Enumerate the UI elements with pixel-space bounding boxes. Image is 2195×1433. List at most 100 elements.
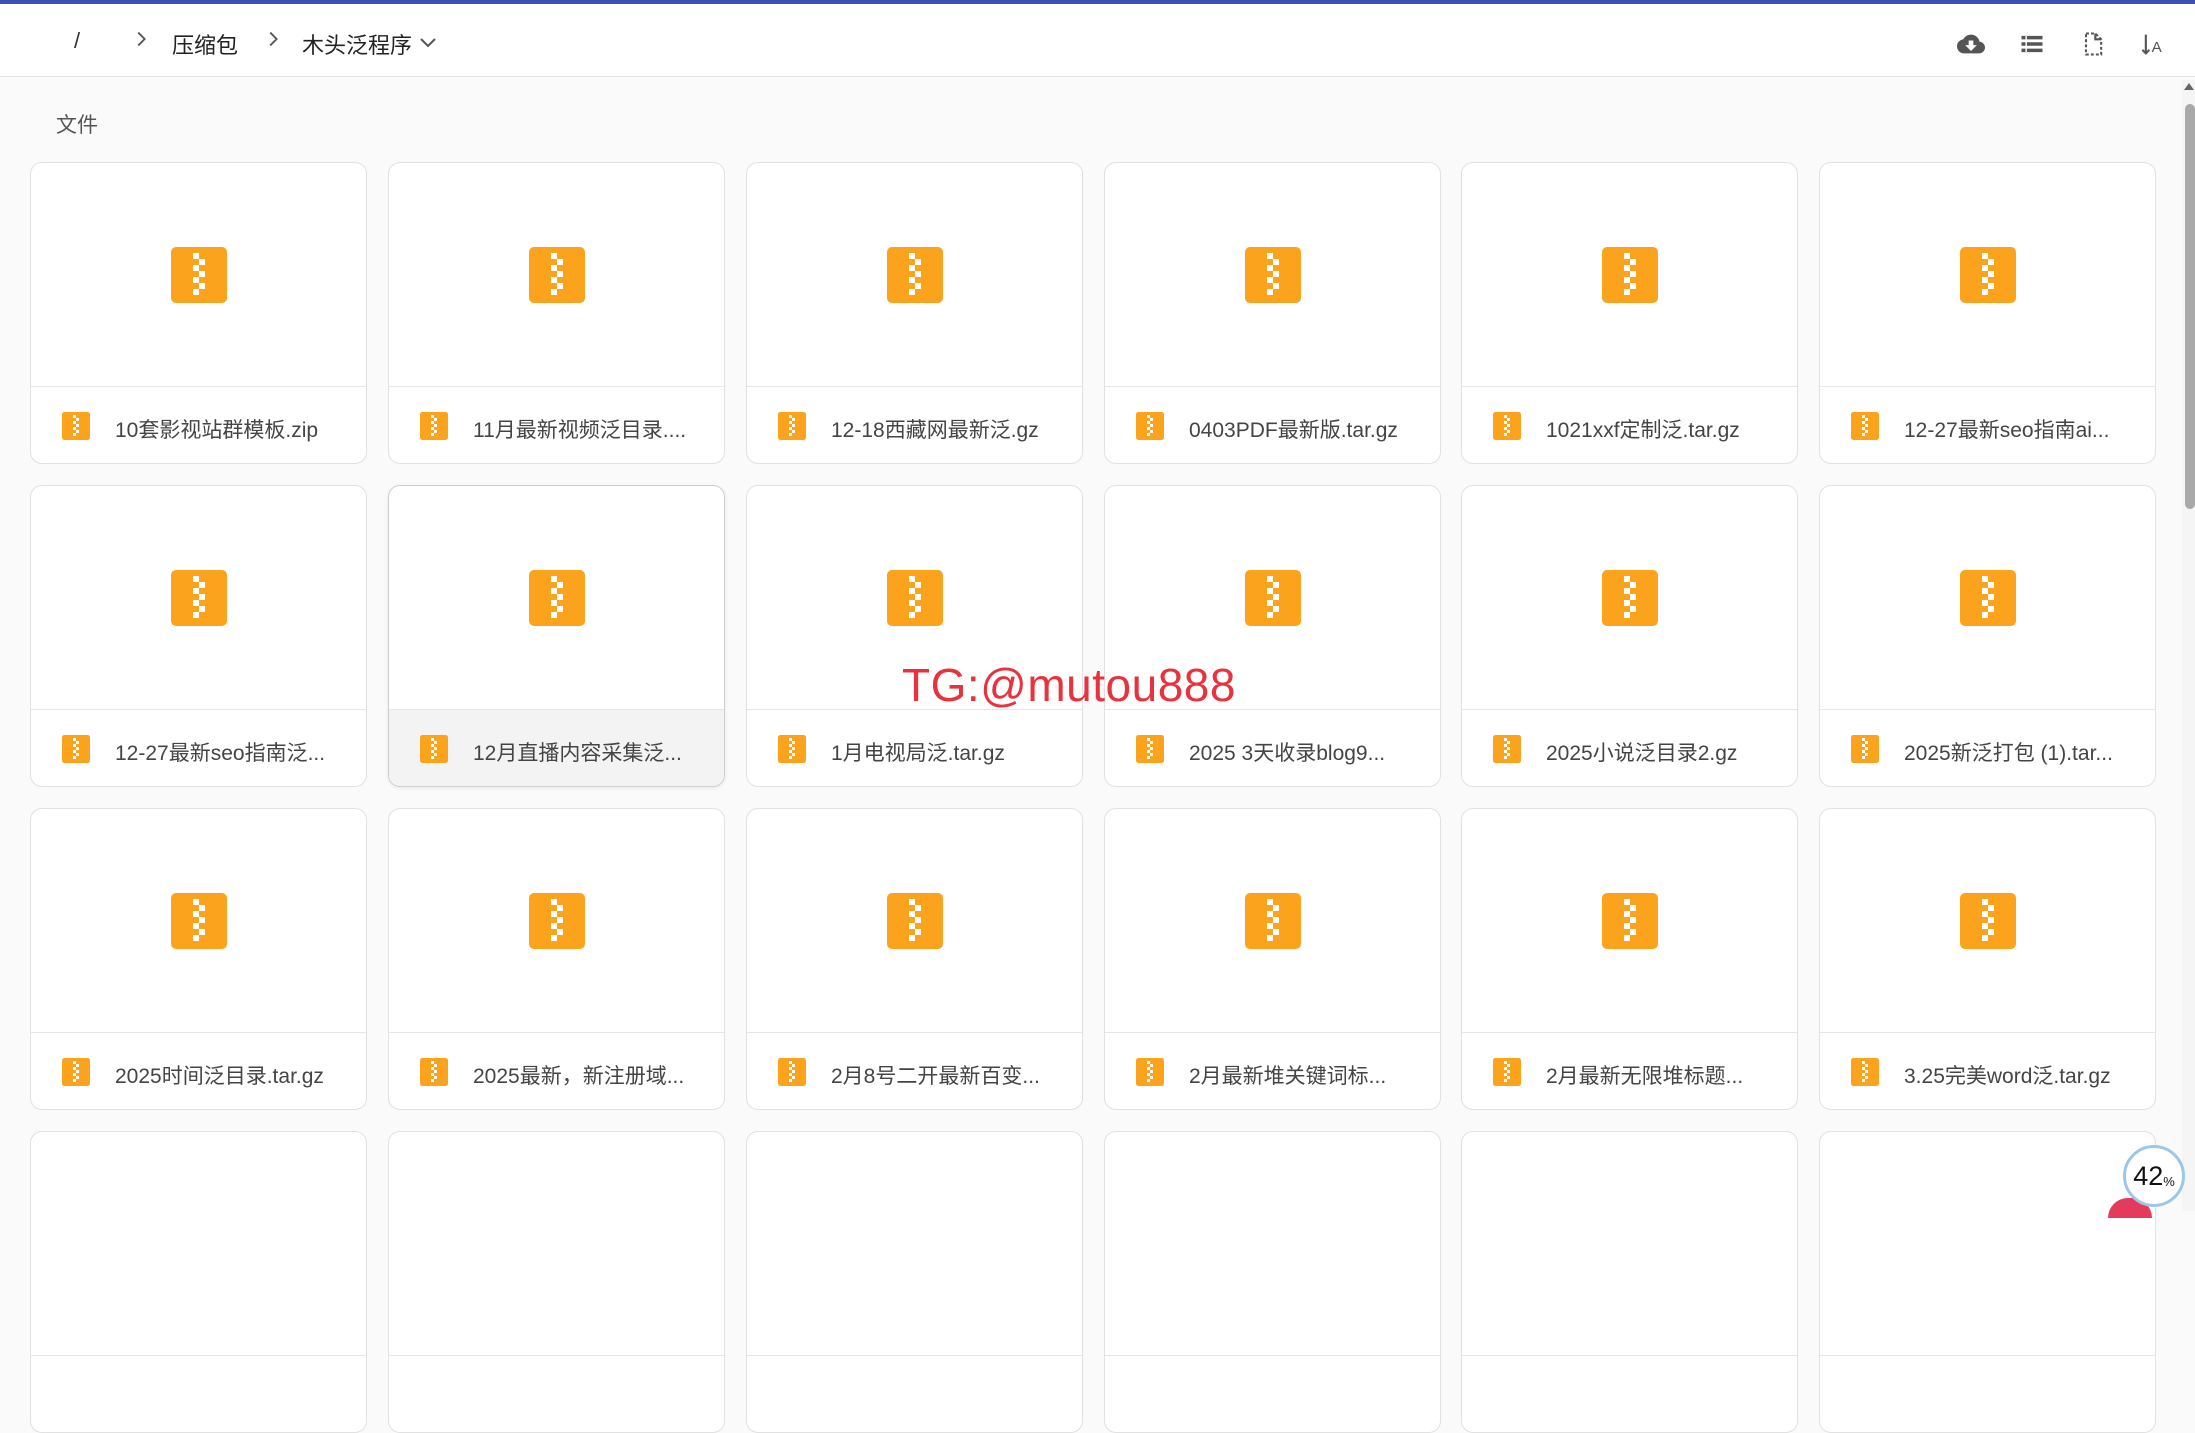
- file-thumbnail: [31, 163, 366, 387]
- breadcrumb-item-archives[interactable]: 压缩包: [166, 24, 244, 64]
- select-file-icon[interactable]: [2077, 28, 2109, 60]
- file-card[interactable]: [1461, 1131, 1798, 1433]
- file-thumbnail: [31, 486, 366, 710]
- zip-file-icon: [1244, 569, 1301, 626]
- breadcrumb-root[interactable]: /: [68, 24, 86, 58]
- list-view-icon[interactable]: [2016, 28, 2048, 60]
- file-card[interactable]: 1月电视局泛.tar.gz: [746, 485, 1083, 787]
- svg-text:A: A: [2152, 39, 2163, 56]
- zip-file-icon: [1601, 246, 1658, 303]
- file-caption: 2025新泛打包 (1).tar...: [1820, 710, 2155, 786]
- zip-file-icon: [778, 735, 806, 763]
- file-caption: 0403PDF最新版.tar.gz: [1105, 387, 1440, 463]
- file-name: 12-18西藏网最新泛.gz: [831, 419, 1039, 442]
- file-thumbnail: [1462, 809, 1797, 1033]
- file-card[interactable]: 12月直播内容采集泛...: [388, 485, 725, 787]
- zip-file-icon: [778, 412, 806, 440]
- file-card[interactable]: 0403PDF最新版.tar.gz: [1104, 162, 1441, 464]
- file-card[interactable]: 2月8号二开最新百变...: [746, 808, 1083, 1110]
- file-name: 1021xxf定制泛.tar.gz: [1546, 419, 1740, 442]
- file-caption: 3.25完美word泛.tar.gz: [1820, 1033, 2155, 1109]
- file-card[interactable]: [1819, 1131, 2156, 1433]
- file-caption: 1021xxf定制泛.tar.gz: [1462, 387, 1797, 463]
- zip-file-icon: [170, 246, 227, 303]
- file-card[interactable]: 1021xxf定制泛.tar.gz: [1461, 162, 1798, 464]
- file-caption: 12-27最新seo指南ai...: [1820, 387, 2155, 463]
- file-card[interactable]: 2025时间泛目录.tar.gz: [30, 808, 367, 1110]
- file-name: 0403PDF最新版.tar.gz: [1189, 419, 1398, 442]
- file-name: 10套影视站群模板.zip: [115, 419, 319, 442]
- file-caption: 12月直播内容采集泛...: [389, 710, 724, 786]
- file-caption: 2025最新，新注册域...: [389, 1033, 724, 1109]
- sort-icon[interactable]: A: [2138, 28, 2170, 60]
- file-thumbnail: [1820, 809, 2155, 1033]
- zip-file-icon: [1601, 892, 1658, 949]
- file-thumbnail: [747, 163, 1082, 387]
- file-caption: 2月最新无限堆标题...: [1462, 1033, 1797, 1109]
- file-thumbnail: [1820, 486, 2155, 710]
- zip-file-icon: [1493, 412, 1521, 440]
- zip-file-icon: [528, 569, 585, 626]
- file-thumbnail: [1105, 163, 1440, 387]
- file-name: 12-27最新seo指南ai...: [1904, 419, 2110, 442]
- file-card[interactable]: 12-27最新seo指南ai...: [1819, 162, 2156, 464]
- file-card[interactable]: 2025小说泛目录2.gz: [1461, 485, 1798, 787]
- scroll-up-arrow-icon[interactable]: [2184, 83, 2194, 90]
- progress-value: 42: [2133, 1160, 2164, 1191]
- file-name: 2025时间泛目录.tar.gz: [115, 1065, 324, 1088]
- file-card[interactable]: 11月最新视频泛目录....: [388, 162, 725, 464]
- file-thumbnail: [1462, 486, 1797, 710]
- file-thumbnail: [31, 809, 366, 1033]
- zip-file-icon: [1601, 569, 1658, 626]
- file-card[interactable]: 12-18西藏网最新泛.gz: [746, 162, 1083, 464]
- zip-file-icon: [1959, 892, 2016, 949]
- zip-file-icon: [1493, 1058, 1521, 1086]
- file-caption: 11月最新视频泛目录....: [389, 387, 724, 463]
- file-name: 2025 3天收录blog9...: [1189, 742, 1386, 765]
- file-thumbnail: [747, 1132, 1082, 1356]
- zip-file-icon: [1136, 735, 1164, 763]
- file-card[interactable]: [388, 1131, 725, 1433]
- file-card[interactable]: 2025新泛打包 (1).tar...: [1819, 485, 2156, 787]
- breadcrumb-item-current[interactable]: 木头泛程序: [296, 24, 418, 64]
- file-caption: 2月最新堆关键词标...: [1105, 1033, 1440, 1109]
- file-thumbnail: [1462, 1132, 1797, 1356]
- file-name: 2月最新堆关键词标...: [1189, 1065, 1387, 1088]
- file-card[interactable]: 3.25完美word泛.tar.gz: [1819, 808, 2156, 1110]
- file-name: 2025新泛打包 (1).tar...: [1904, 742, 2113, 765]
- file-caption: 10套影视站群模板.zip: [31, 387, 366, 463]
- cloud-download-icon[interactable]: [1955, 28, 1987, 60]
- zip-file-icon: [528, 246, 585, 303]
- progress-unit: %: [2163, 1173, 2175, 1189]
- file-card[interactable]: 10套影视站群模板.zip: [30, 162, 367, 464]
- file-caption: 2月8号二开最新百变...: [747, 1033, 1082, 1109]
- file-card[interactable]: [1104, 1131, 1441, 1433]
- file-thumbnail: [31, 1132, 366, 1356]
- file-caption: 2025 3天收录blog9...: [1105, 710, 1440, 786]
- file-caption: 2025小说泛目录2.gz: [1462, 710, 1797, 786]
- file-caption: 2025时间泛目录.tar.gz: [31, 1033, 366, 1109]
- zip-file-icon: [1136, 412, 1164, 440]
- chevron-down-icon[interactable]: [416, 30, 440, 54]
- file-name: 2月最新无限堆标题...: [1546, 1065, 1744, 1088]
- file-name: 12-27最新seo指南泛...: [115, 742, 326, 765]
- zip-file-icon: [62, 735, 90, 763]
- zip-file-icon: [420, 735, 448, 763]
- scrollbar-thumb[interactable]: [2185, 104, 2195, 509]
- zip-file-icon: [886, 569, 943, 626]
- file-card[interactable]: 2月最新堆关键词标...: [1104, 808, 1441, 1110]
- file-card[interactable]: 2025 3天收录blog9...: [1104, 485, 1441, 787]
- chevron-right-icon: [262, 28, 284, 50]
- zip-file-icon: [420, 412, 448, 440]
- progress-badge[interactable]: 42 %: [2123, 1145, 2185, 1207]
- file-card[interactable]: 2月最新无限堆标题...: [1461, 808, 1798, 1110]
- file-card[interactable]: [746, 1131, 1083, 1433]
- file-card[interactable]: 2025最新，新注册域...: [388, 808, 725, 1110]
- file-name: 2月8号二开最新百变...: [831, 1065, 1040, 1088]
- chevron-right-icon: [130, 28, 152, 50]
- file-card[interactable]: 12-27最新seo指南泛...: [30, 485, 367, 787]
- zip-file-icon: [1244, 246, 1301, 303]
- file-thumbnail: [1820, 163, 2155, 387]
- file-card[interactable]: [30, 1131, 367, 1433]
- zip-file-icon: [1244, 892, 1301, 949]
